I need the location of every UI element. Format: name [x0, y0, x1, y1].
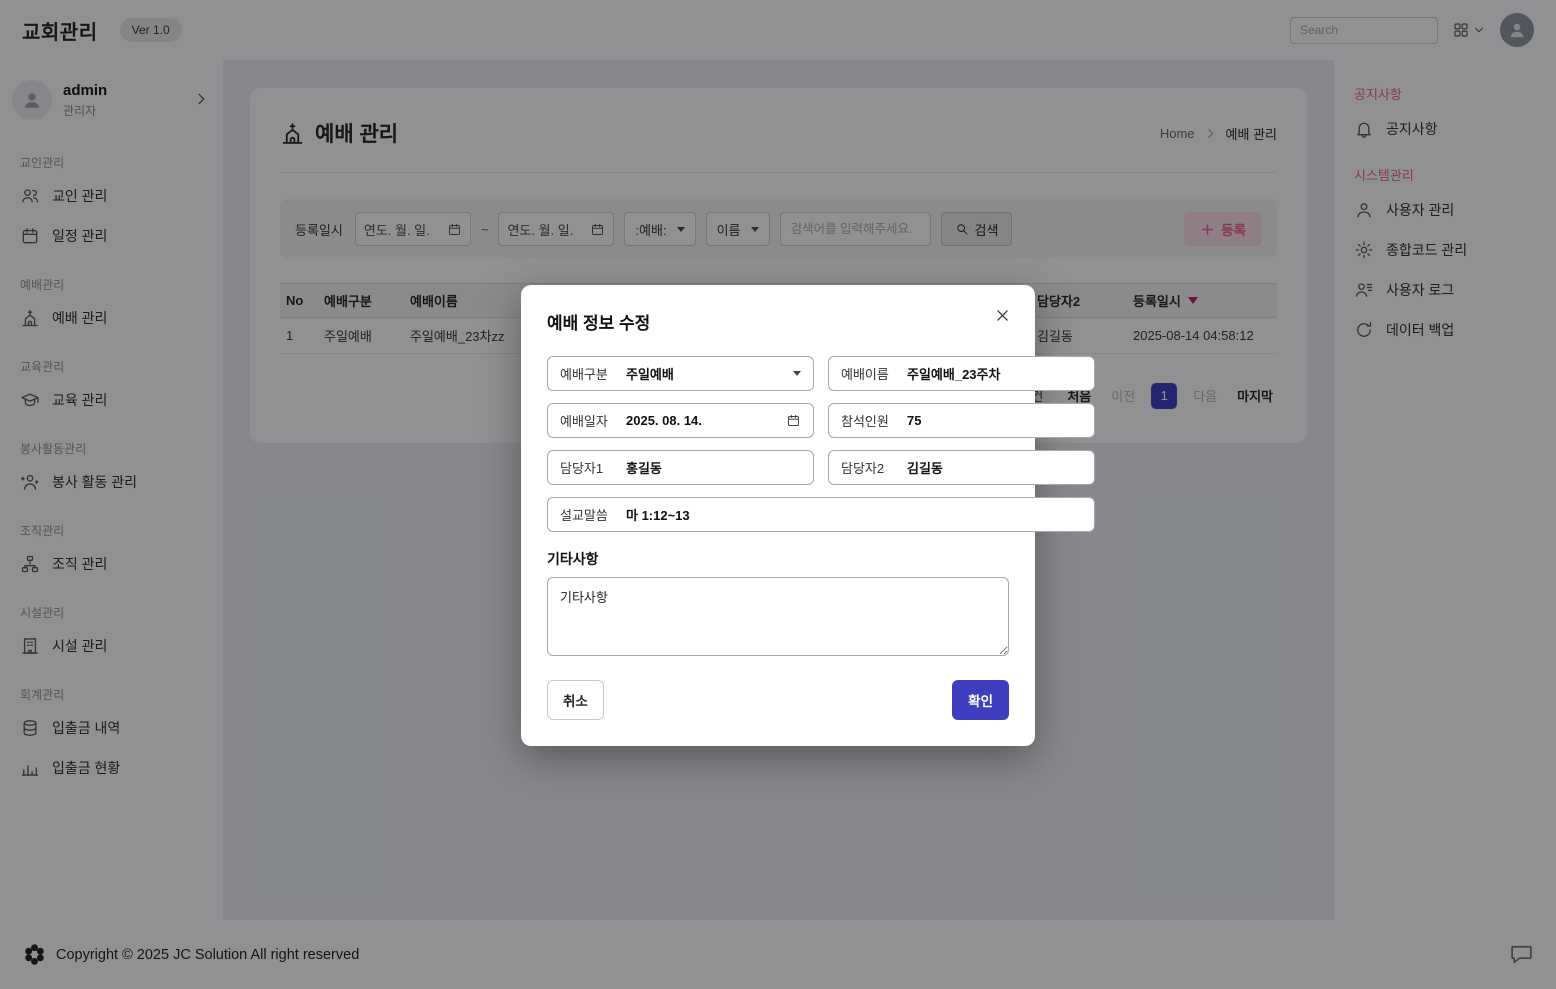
edit-worship-modal: 예배 정보 수정 예배구분 주일예배 예배이름 예배일자 2025. 08. 1… — [521, 285, 1035, 746]
manager2-label: 담당자2 — [841, 458, 907, 477]
attendance-field[interactable]: 참석인원 — [828, 403, 1095, 438]
worship-type-label: 예배구분 — [560, 364, 626, 383]
worship-name-input[interactable] — [907, 366, 1082, 381]
manager1-input[interactable] — [626, 460, 801, 475]
worship-date-label: 예배일자 — [560, 411, 626, 430]
worship-name-field[interactable]: 예배이름 — [828, 356, 1095, 391]
modal-title: 예배 정보 수정 — [547, 309, 1009, 334]
cancel-button[interactable]: 취소 — [547, 680, 604, 720]
close-icon — [994, 307, 1011, 324]
sermon-input[interactable] — [626, 507, 1082, 522]
calendar-icon — [786, 413, 801, 428]
manager1-field[interactable]: 담당자1 — [547, 450, 814, 485]
etc-section-label: 기타사항 — [547, 549, 1009, 569]
worship-date-field[interactable]: 예배일자 2025. 08. 14. — [547, 403, 814, 438]
confirm-button[interactable]: 확인 — [952, 680, 1009, 720]
manager2-input[interactable] — [907, 460, 1082, 475]
attendance-input[interactable] — [907, 413, 1082, 428]
worship-name-label: 예배이름 — [841, 364, 907, 383]
manager1-label: 담당자1 — [560, 458, 626, 477]
worship-type-select[interactable]: 예배구분 주일예배 — [547, 356, 814, 391]
chevron-down-icon — [793, 371, 801, 376]
worship-date-value: 2025. 08. 14. — [626, 413, 702, 428]
worship-type-value: 주일예배 — [626, 364, 674, 383]
close-button[interactable] — [990, 303, 1015, 331]
sermon-label: 설교말씀 — [560, 505, 626, 524]
attendance-label: 참석인원 — [841, 411, 907, 430]
sermon-field[interactable]: 설교말씀 — [547, 497, 1095, 532]
manager2-field[interactable]: 담당자2 — [828, 450, 1095, 485]
etc-textarea[interactable]: 기타사항 — [547, 577, 1009, 656]
